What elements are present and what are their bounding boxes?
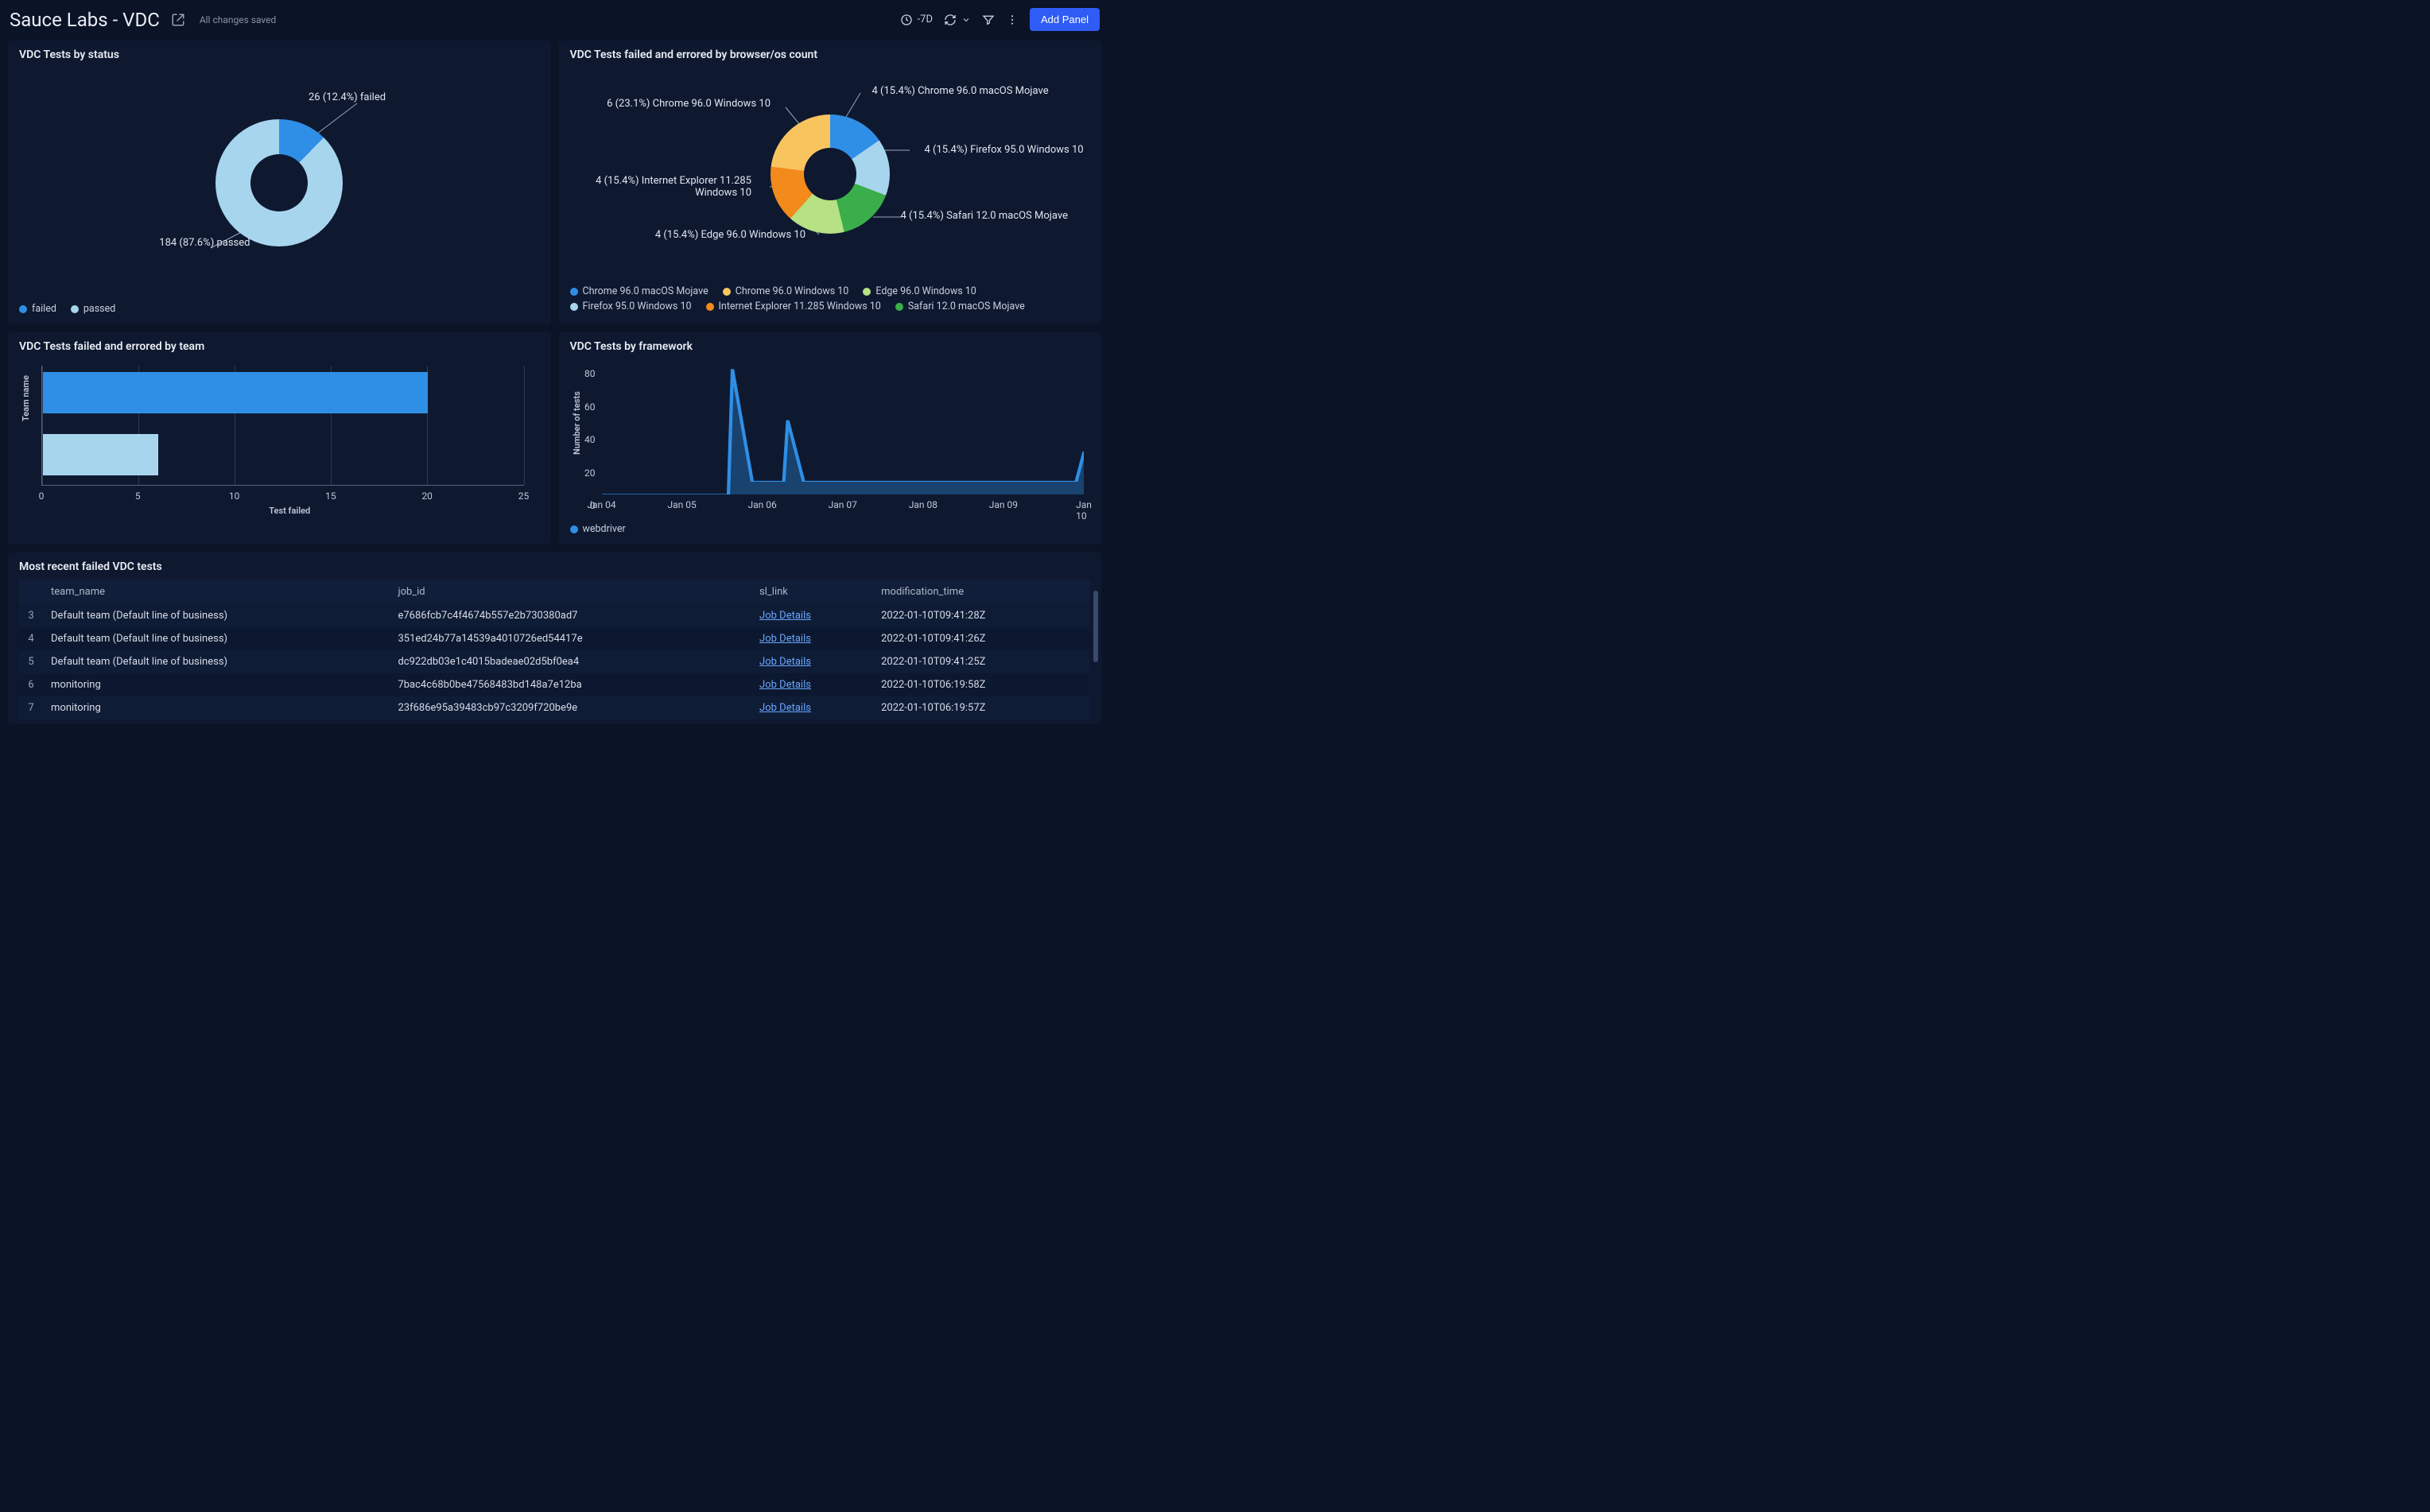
panel-failed-tests: Most recent failed VDC tests team_namejo… bbox=[8, 552, 1101, 724]
table-header[interactable]: sl_link bbox=[751, 580, 873, 604]
y-axis-title: Team name bbox=[21, 375, 31, 421]
table-scrollbar[interactable] bbox=[1093, 591, 1098, 719]
dashboard-header: Sauce Labs - VDC All changes saved -7D A… bbox=[0, 0, 1109, 36]
header-controls: -7D Add Panel bbox=[900, 8, 1100, 31]
slice-label: 6 (23.1%) Chrome 96.0 Windows 10 bbox=[607, 98, 771, 110]
framework-area-chart: Number of tests 020406080 Jan 04Jan 05Ja… bbox=[599, 359, 1088, 518]
status-legend: failed passed bbox=[19, 303, 540, 315]
refresh-button[interactable] bbox=[944, 14, 971, 26]
table-row: 6 monitoring 7bac4c68b0be47568483bd148a7… bbox=[19, 673, 1090, 696]
panel-browser: VDC Tests failed and errored by browser/… bbox=[559, 41, 1102, 324]
job-details-link[interactable]: Job Details bbox=[759, 656, 811, 668]
filter-icon bbox=[982, 14, 995, 26]
cell-job-id: e7686fcb7c4f4674b557e2b730380ad7 bbox=[390, 604, 751, 627]
cell-modification-time: 2022-01-10T06:19:58Z bbox=[873, 673, 1090, 696]
cell-team-name: Default team (Default line of business) bbox=[43, 650, 390, 673]
slice-label: 4 (15.4%) Firefox 95.0 Windows 10 bbox=[925, 144, 1084, 156]
filter-button[interactable] bbox=[982, 14, 995, 26]
browser-donut-chart: 4 (15.4%) Chrome 96.0 macOS Mojave 4 (15… bbox=[570, 68, 1091, 281]
panel-framework: VDC Tests by framework Number of tests 0… bbox=[559, 332, 1102, 545]
x-axis-title: Test failed bbox=[269, 506, 310, 516]
slice-label: 4 (15.4%) Safari 12.0 macOS Mojave bbox=[901, 210, 1068, 222]
table-header[interactable]: job_id bbox=[390, 580, 751, 604]
time-range-picker[interactable]: -7D bbox=[900, 14, 933, 26]
table-row: 4 Default team (Default line of business… bbox=[19, 627, 1090, 650]
cell-job-id: 351ed24b77a14539a4010726ed54417e bbox=[390, 627, 751, 650]
cell-team-name: Default team (Default line of business) bbox=[43, 604, 390, 627]
cell-team-name: monitoring bbox=[43, 696, 390, 719]
cell-modification-time: 2022-01-10T09:41:28Z bbox=[873, 604, 1090, 627]
row-index: 7 bbox=[19, 696, 43, 719]
table-header[interactable]: team_name bbox=[43, 580, 390, 604]
job-details-link[interactable]: Job Details bbox=[759, 702, 811, 714]
job-details-link[interactable]: Job Details bbox=[759, 679, 811, 691]
panel-status: VDC Tests by status 26 (12.4%) failed 18… bbox=[8, 41, 551, 324]
row-index: 4 bbox=[19, 627, 43, 650]
share-icon[interactable] bbox=[171, 13, 185, 27]
browser-legend: Chrome 96.0 macOS Mojave Chrome 96.0 Wind… bbox=[570, 285, 1091, 312]
more-vertical-icon bbox=[1006, 14, 1019, 26]
slice-label: 4 (15.4%) Edge 96.0 Windows 10 bbox=[655, 229, 805, 241]
panel-title: Most recent failed VDC tests bbox=[19, 560, 1090, 573]
legend-item: Safari 12.0 macOS Mojave bbox=[895, 300, 1025, 312]
page-title: Sauce Labs - VDC bbox=[10, 9, 160, 31]
panel-team: VDC Tests failed and errored by team Tea… bbox=[8, 332, 551, 545]
legend-item: failed bbox=[19, 303, 56, 315]
cell-job-id: dc922db03e1c4015badeae02d5bf0ea4 bbox=[390, 650, 751, 673]
table-row: 7 monitoring 23f686e95a39483cb97c3209f72… bbox=[19, 696, 1090, 719]
legend-item: Edge 96.0 Windows 10 bbox=[863, 285, 976, 297]
cell-sl-link: Job Details bbox=[751, 696, 873, 719]
chevron-down-icon bbox=[961, 15, 971, 25]
job-details-link[interactable]: Job Details bbox=[759, 610, 811, 622]
cell-sl-link: Job Details bbox=[751, 604, 873, 627]
legend-item: Internet Explorer 11.285 Windows 10 bbox=[706, 300, 881, 312]
add-panel-button[interactable]: Add Panel bbox=[1030, 8, 1100, 31]
cell-modification-time: 2022-01-10T09:41:26Z bbox=[873, 627, 1090, 650]
panel-title: VDC Tests by status bbox=[19, 48, 540, 61]
panel-title: VDC Tests failed and errored by team bbox=[19, 340, 540, 353]
cell-modification-time: 2022-01-10T06:19:57Z bbox=[873, 696, 1090, 719]
legend-item: Chrome 96.0 macOS Mojave bbox=[570, 285, 708, 297]
cell-modification-time: 2022-01-10T09:41:25Z bbox=[873, 650, 1090, 673]
panel-title: VDC Tests failed and errored by browser/… bbox=[570, 48, 1091, 61]
slice-label: 4 (15.4%) Chrome 96.0 macOS Mojave bbox=[872, 85, 1049, 97]
row-index: 5 bbox=[19, 650, 43, 673]
failed-tests-table: team_namejob_idsl_linkmodification_time … bbox=[19, 580, 1090, 719]
time-range-label: -7D bbox=[918, 14, 933, 25]
status-donut-chart: 26 (12.4%) failed 184 (87.6%) passed bbox=[19, 68, 540, 298]
panel-title: VDC Tests by framework bbox=[570, 340, 1091, 353]
legend-item: passed bbox=[71, 303, 115, 315]
legend-item: Firefox 95.0 Windows 10 bbox=[570, 300, 692, 312]
table-row: 3 Default team (Default line of business… bbox=[19, 604, 1090, 627]
legend-item: Chrome 96.0 Windows 10 bbox=[723, 285, 849, 297]
refresh-icon bbox=[944, 14, 957, 26]
cell-job-id: 23f686e95a39483cb97c3209f720be9e bbox=[390, 696, 751, 719]
slice-label-passed: 184 (87.6%) passed bbox=[159, 237, 250, 249]
slice-label-failed: 26 (12.4%) failed bbox=[309, 91, 386, 103]
cell-team-name: monitoring bbox=[43, 673, 390, 696]
save-status: All changes saved bbox=[200, 14, 276, 25]
framework-legend: webdriver bbox=[570, 523, 1091, 535]
table-row: 5 Default team (Default line of business… bbox=[19, 650, 1090, 673]
cell-job-id: 7bac4c68b0be47568483bd148a7e12ba bbox=[390, 673, 751, 696]
job-details-link[interactable]: Job Details bbox=[759, 633, 811, 645]
legend-item: webdriver bbox=[570, 523, 626, 535]
team-bar-chart: Team name 0510152025 Test failed bbox=[41, 359, 538, 514]
table-header[interactable] bbox=[19, 580, 43, 604]
slice-label: 4 (15.4%) Internet Explorer 11.285Window… bbox=[596, 175, 751, 199]
bar bbox=[43, 434, 158, 475]
bar bbox=[43, 372, 428, 413]
row-index: 6 bbox=[19, 673, 43, 696]
more-menu-button[interactable] bbox=[1006, 14, 1019, 26]
row-index: 3 bbox=[19, 604, 43, 627]
table-header[interactable]: modification_time bbox=[873, 580, 1090, 604]
cell-sl-link: Job Details bbox=[751, 673, 873, 696]
clock-icon bbox=[900, 14, 913, 26]
cell-sl-link: Job Details bbox=[751, 627, 873, 650]
cell-sl-link: Job Details bbox=[751, 650, 873, 673]
cell-team-name: Default team (Default line of business) bbox=[43, 627, 390, 650]
